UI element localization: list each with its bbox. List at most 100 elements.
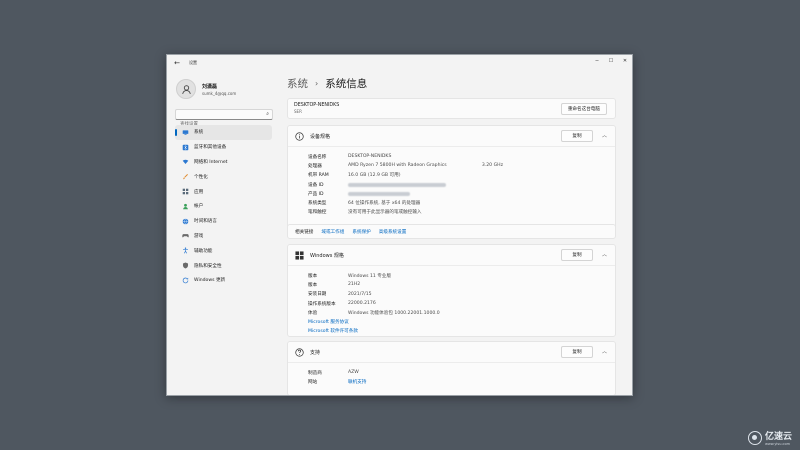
link-system-protection[interactable]: 系统保护 — [352, 229, 370, 235]
spec-row: 设备 ID — [308, 180, 615, 189]
spec-extra: 3.20 GHz — [481, 163, 503, 169]
sidebar: 刘潇磊 sumk_4@qq.com ⌕ 系统蓝牙和其他设备网络和 Interne… — [171, 73, 275, 288]
sidebar-item[interactable]: 个性化 — [175, 169, 272, 184]
chevron-up-icon[interactable]: ︿ — [602, 251, 607, 258]
gamepad-icon — [181, 232, 189, 240]
link-license-terms[interactable]: Microsoft 软件许可条款 — [308, 326, 615, 335]
spec-key: 操作系统版本 — [308, 301, 336, 307]
spec-value: 21H2 — [348, 282, 361, 288]
spec-row: 机带 RAM 16.0 GB (12.9 GB 可用) — [308, 171, 615, 180]
spec-value: 22000.2176 — [348, 301, 376, 307]
spec-value: 16.0 GB (12.9 GB 可用) — [348, 173, 401, 179]
windows-specs-rows: 版本 Windows 11 专业版 版本 21H2 安装日期 2021/7/15 操作系统版… — [288, 266, 615, 336]
sidebar-item[interactable]: 系统 — [175, 125, 272, 140]
windows-specs-header[interactable]: Windows 规格 复制 ︿ — [288, 245, 615, 266]
rename-pc-button[interactable]: 重命名这台电脑 — [560, 103, 607, 115]
related-links-label: 相关链接 — [295, 229, 314, 235]
link-domain-workgroup[interactable]: 域或工作组 — [321, 229, 344, 235]
spec-row: 制造商 AZW — [308, 368, 615, 377]
system-icon — [181, 128, 189, 136]
spec-row: 处理器 AMD Ryzen 7 5800H with Radeon Graphic… — [308, 161, 615, 170]
sidebar-item[interactable]: 隐私和安全性 — [175, 258, 272, 273]
windows-specs-section: Windows 规格 复制 ︿ 版本 Windows 11 专业版 版本 21H2 安装… — [287, 244, 616, 337]
watermark-title: 亿速云 — [764, 432, 792, 442]
info-icon — [294, 131, 304, 141]
device-specs-header[interactable]: 设备规格 复制 ︿ — [288, 126, 615, 147]
copy-device-specs-button[interactable]: 复制 — [561, 130, 593, 142]
sidebar-item[interactable]: 帐户 — [175, 199, 272, 214]
spec-key: 安装日期 — [308, 292, 327, 298]
back-button[interactable]: ← — [169, 55, 185, 70]
sidebar-item[interactable]: 应用 — [175, 184, 272, 199]
profile[interactable]: 刘潇磊 sumk_4@qq.com — [171, 73, 275, 105]
related-links: 相关链接 域或工作组 系统保护 高级系统设置 — [287, 224, 616, 239]
breadcrumb: 系统 › 系统信息 — [286, 73, 626, 93]
search-icon[interactable]: ⌕ — [266, 111, 269, 117]
shield-icon — [181, 262, 189, 270]
settings-window: ← 设置 ─ ☐ ✕ 刘潇磊 sumk_4@qq.com ⌕ 系统蓝牙和其他设备… — [166, 54, 633, 396]
support-link[interactable]: 联机支持 — [348, 379, 366, 385]
support-rows: 制造商 AZW 网站 联机支持 — [288, 363, 615, 395]
chevron-up-icon[interactable]: ︿ — [602, 348, 607, 355]
spec-key: 设备 ID — [308, 182, 324, 188]
spec-key: 设备名称 — [308, 154, 327, 160]
accessibility-icon — [181, 247, 189, 255]
account-icon — [181, 202, 189, 210]
sidebar-item[interactable]: 蓝牙和其他设备 — [175, 140, 272, 155]
close-button[interactable]: ✕ — [618, 55, 632, 67]
wifi-icon — [181, 158, 189, 166]
spec-row: 版本 Windows 11 专业版 — [308, 271, 615, 280]
sidebar-item-label: 帐户 — [194, 204, 204, 210]
support-section: 支持 复制 ︿ 制造商 AZW 网站 联机支持 — [287, 341, 616, 395]
spec-row: 体验 Windows 功能体验包 1000.22001.1000.0 — [308, 308, 615, 317]
spec-key: 网站 — [308, 379, 318, 385]
device-specs-title: 设备规格 — [310, 133, 331, 140]
sidebar-nav: 系统蓝牙和其他设备 网络和 Internet 个性化 应用帐户时间和语言游戏辅助功能隐… — [171, 125, 275, 288]
spec-key: 体验 — [308, 310, 318, 316]
update-icon — [181, 276, 189, 284]
spec-row: 笔和触控 没有可用于此显示器的笔或触控输入 — [308, 208, 615, 217]
sidebar-item[interactable]: 辅助功能 — [175, 243, 272, 258]
spec-value: DESKTOP-NENIDKS — [348, 154, 392, 160]
globe-icon — [181, 217, 189, 225]
device-name: DESKTOP-NENIDKS — [294, 103, 340, 108]
support-header[interactable]: 支持 复制 ︿ — [288, 342, 615, 363]
spec-key: 系统类型 — [308, 201, 327, 207]
breadcrumb-root[interactable]: 系统 — [287, 76, 308, 91]
app-title: 设置 — [189, 59, 197, 65]
spec-row: 版本 21H2 — [308, 280, 615, 289]
sidebar-item-label: 系统 — [194, 130, 204, 136]
sidebar-item-label: 游戏 — [194, 233, 204, 239]
sidebar-item[interactable]: Windows 更新 — [175, 273, 272, 288]
copy-support-button[interactable]: 复制 — [561, 346, 593, 358]
maximize-button[interactable]: ☐ — [604, 55, 618, 67]
spec-key: 版本 — [308, 273, 318, 279]
spec-value: AZW — [348, 370, 359, 376]
windows-logo-icon — [294, 250, 304, 260]
sidebar-item[interactable]: 网络和 Internet — [175, 155, 272, 170]
sidebar-item[interactable]: 时间和语言 — [175, 214, 272, 229]
minimize-button[interactable]: ─ — [590, 55, 604, 67]
copy-windows-specs-button[interactable]: 复制 — [561, 249, 593, 261]
spec-value: 2021/7/15 — [348, 291, 372, 297]
sidebar-item-label: 隐私和安全性 — [194, 263, 222, 269]
person-icon — [181, 84, 191, 94]
sidebar-item[interactable]: 游戏 — [175, 229, 272, 244]
watermark-logo-icon — [747, 430, 762, 445]
device-specs-section: 设备规格 复制 ︿ 设备名称 DESKTOP-NENIDKS 处理器 AMD Ryze… — [287, 125, 616, 230]
redacted-value — [348, 191, 410, 196]
chevron-up-icon[interactable]: ︿ — [602, 132, 607, 139]
spec-row: 设备名称 DESKTOP-NENIDKS — [308, 152, 615, 161]
link-advanced-system-settings[interactable]: 高级系统设置 — [379, 229, 407, 235]
search-box: ⌕ — [175, 109, 273, 129]
watermark-url: www.yisu.com — [764, 442, 791, 446]
spec-key: 产品 ID — [308, 191, 324, 197]
spec-value: 64 位操作系统, 基于 x64 的处理器 — [348, 201, 421, 207]
sidebar-item-label: 网络和 Internet — [194, 159, 228, 165]
page-title: 系统信息 — [325, 77, 368, 90]
sidebar-item-label: 蓝牙和其他设备 — [194, 145, 227, 151]
link-service-agreement[interactable]: Microsoft 服务协议 — [308, 317, 615, 326]
device-specs-rows: 设备名称 DESKTOP-NENIDKS 处理器 AMD Ryzen 7 5800H … — [288, 147, 615, 229]
support-title: 支持 — [310, 349, 321, 356]
redacted-value — [348, 182, 446, 187]
